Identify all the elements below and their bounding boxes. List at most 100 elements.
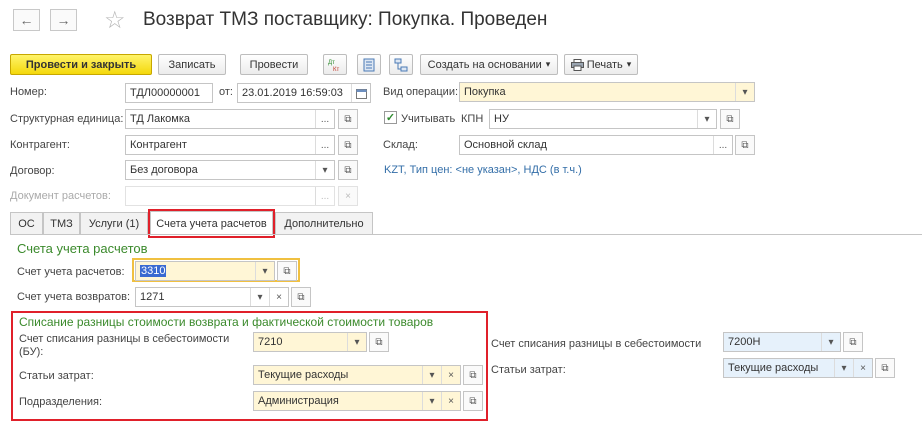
nu-account-value: 7200Н [728, 336, 761, 348]
svg-text:Дт: Дт [328, 60, 335, 66]
post-button[interactable]: Провести [240, 54, 308, 75]
tab-divider [10, 234, 922, 235]
dropdown-icon[interactable]: ▾ [821, 333, 840, 351]
price-info-link[interactable]: KZT, Тип цен: <не указан>, НДС (в т.ч.) [384, 164, 582, 176]
print-button[interactable]: Печать ▾ [564, 54, 638, 75]
nu-expense-items-label: Статьи затрат: [491, 364, 566, 376]
contract-field[interactable]: Без договора ▾ [125, 160, 335, 180]
select-more-icon[interactable]: ... [315, 187, 334, 205]
operation-type-label: Вид операции: [383, 86, 459, 98]
structural-unit-field[interactable]: ТД Лакомка ... [125, 109, 335, 129]
returns-account-label: Счет учета возвратов: [17, 291, 130, 303]
tab-additional[interactable]: Дополнительно [275, 212, 373, 234]
clear-icon[interactable]: × [853, 359, 872, 377]
chevron-down-icon: ▾ [626, 59, 632, 69]
structure-button[interactable] [389, 54, 413, 75]
clear-icon[interactable]: × [338, 186, 358, 206]
returns-account-field[interactable]: 1271 ▾ × [135, 287, 289, 307]
dropdown-icon[interactable]: ▾ [422, 366, 441, 384]
forward-button[interactable]: → [50, 9, 77, 31]
kpn-select[interactable]: НУ ▾ [489, 109, 717, 129]
nu-account-field[interactable]: 7200Н ▾ [723, 332, 841, 352]
open-icon[interactable]: ⧉ [875, 358, 895, 378]
clear-icon[interactable]: × [441, 366, 460, 384]
open-icon[interactable]: ⧉ [735, 135, 755, 155]
date-field[interactable]: 23.01.2019 16:59:03 [237, 83, 371, 103]
kpn-value: НУ [494, 113, 509, 125]
back-arrow-icon: ← [19, 12, 34, 28]
warehouse-field[interactable]: Основной склад ... [459, 135, 733, 155]
number-value: ТДЛ00000001 [130, 87, 200, 99]
dropdown-icon[interactable]: ▾ [834, 359, 853, 377]
open-icon[interactable]: ⧉ [338, 135, 358, 155]
open-icon[interactable]: ⧉ [720, 109, 740, 129]
tab-tmz[interactable]: ТМЗ [43, 212, 80, 234]
expense-items-value: Текущие расходы [258, 369, 349, 381]
back-button[interactable]: ← [13, 9, 40, 31]
dt-kt-button[interactable]: Дт Кт [323, 54, 347, 75]
tab-services[interactable]: Услуги (1) [80, 212, 148, 234]
open-icon[interactable]: ⧉ [369, 332, 389, 352]
nu-expense-items-field[interactable]: Текущие расходы ▾ × [723, 358, 873, 378]
expense-items-label: Статьи затрат: [19, 370, 94, 382]
open-icon[interactable]: ⧉ [338, 160, 358, 180]
settlement-document-value [126, 187, 315, 205]
bu-account-value: 7210 [258, 336, 283, 348]
select-more-icon[interactable]: ... [315, 110, 334, 128]
tab-os[interactable]: ОС [10, 212, 43, 234]
operation-type-select[interactable]: Покупка ▾ [459, 82, 755, 102]
post-and-close-button[interactable]: Провести и закрыть [10, 54, 152, 75]
page-title: Возврат ТМЗ поставщику: Покупка. Проведе… [143, 9, 548, 30]
favorite-star-icon[interactable]: ☆ [104, 6, 126, 35]
date-label: от: [219, 86, 233, 98]
checkmark-icon: ✓ [385, 112, 396, 124]
kpn-checkbox[interactable]: ✓ [384, 111, 397, 124]
counterparty-field[interactable]: Контрагент ... [125, 135, 335, 155]
print-label: Печать [586, 58, 623, 71]
settlement-account-field[interactable]: 3310 ▾ [135, 261, 275, 281]
svg-text:Кт: Кт [333, 67, 339, 72]
open-icon[interactable]: ⧉ [463, 391, 483, 411]
dropdown-icon[interactable]: ▾ [347, 333, 366, 351]
open-icon[interactable]: ⧉ [843, 332, 863, 352]
number-label: Номер: [10, 86, 47, 98]
dropdown-icon[interactable]: ▾ [315, 161, 334, 179]
open-icon[interactable]: ⧉ [291, 287, 311, 307]
warehouse-label: Склад: [383, 139, 418, 151]
settlement-accounts-section-title: Счета учета расчетов [17, 241, 148, 256]
structural-unit-label: Структурная единица: [10, 113, 124, 125]
dt-kt-icon: ДтКт [328, 60, 339, 72]
clear-icon[interactable]: × [269, 288, 288, 306]
nu-account-label: Счет списания разницы в себестоимости [491, 338, 702, 350]
create-based-on-button[interactable]: Создать на основании ▾ [420, 54, 558, 75]
open-icon[interactable]: ⧉ [277, 261, 297, 281]
operation-type-value: Покупка [464, 86, 506, 98]
kpn-label-suffix: КПН [461, 113, 484, 125]
clear-icon[interactable]: × [441, 392, 460, 410]
structural-unit-value: ТД Лакомка [130, 113, 190, 125]
open-icon[interactable]: ⧉ [338, 109, 358, 129]
dropdown-icon[interactable]: ▾ [697, 110, 716, 128]
department-field[interactable]: Администрация ▾ × [253, 391, 461, 411]
expense-items-field[interactable]: Текущие расходы ▾ × [253, 365, 461, 385]
bu-account-label-line2: (БУ): [19, 346, 44, 358]
save-button[interactable]: Записать [158, 54, 226, 75]
contract-label: Договор: [10, 165, 55, 177]
bu-account-field[interactable]: 7210 ▾ [253, 332, 367, 352]
select-more-icon[interactable]: ... [713, 136, 732, 154]
hierarchy-icon [394, 58, 408, 71]
calendar-icon[interactable] [351, 84, 370, 102]
dropdown-icon[interactable]: ▾ [255, 262, 274, 280]
counterparty-value: Контрагент [130, 139, 187, 151]
settlement-document-field[interactable]: ... [125, 186, 335, 206]
dropdown-icon[interactable]: ▾ [735, 83, 754, 101]
date-value: 23.01.2019 16:59:03 [242, 87, 343, 99]
number-field[interactable]: ТДЛ00000001 [125, 83, 213, 103]
open-icon[interactable]: ⧉ [463, 365, 483, 385]
dropdown-icon[interactable]: ▾ [422, 392, 441, 410]
select-more-icon[interactable]: ... [315, 136, 334, 154]
settlement-account-label: Счет учета расчетов: [17, 266, 125, 278]
list-icon [363, 58, 375, 71]
journal-button[interactable] [357, 54, 381, 75]
dropdown-icon[interactable]: ▾ [250, 288, 269, 306]
